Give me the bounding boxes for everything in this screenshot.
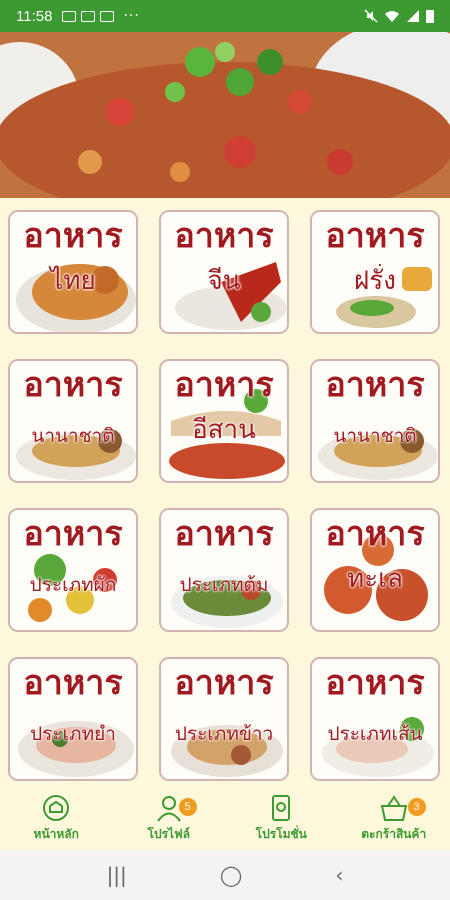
category-subtitle: ประเภทข้าว [174,723,274,745]
category-title: อาหาร [325,216,425,256]
home-circle-icon[interactable]: ◯ [220,863,242,887]
signal-icon [407,10,419,22]
category-title: อาหาร [174,216,274,256]
gallery-notification-icon [62,10,77,22]
category-title: อาหาร [325,514,425,554]
mute-icon [364,9,378,23]
category-title: อาหาร [23,663,123,703]
category-title: อาหาร [23,365,123,405]
recent-apps-icon[interactable]: ||| [107,863,127,887]
profile-badge: 5 [178,798,197,816]
system-nav-bar: ||| ◯ ‹ [0,850,450,900]
basket-icon [380,795,407,821]
nav-promotion-label: โปรโมชั่น [255,827,307,841]
category-card-vegetable[interactable]: อาหาร ประเภทผัก [8,508,138,632]
category-subtitle: ฝรั่ง [354,266,396,296]
category-card-thai[interactable]: อาหาร ไทย [8,210,138,334]
category-subtitle: ทะเล [347,564,403,594]
category-card-chinese[interactable]: อาหาร จีน [159,210,289,334]
category-card-salad[interactable]: อาหาร ประเภทยำ [8,657,138,781]
food-banner [0,32,450,198]
photo-notification-icon [100,10,115,22]
image-notification-icon [81,10,96,22]
nav-cart[interactable]: 3 ตะกร้าสินค้า [338,792,450,850]
nav-home[interactable]: หน้าหลัก [0,792,113,850]
wifi-icon [385,11,399,22]
category-subtitle: ประเภทต้ม [179,574,269,596]
status-time: 11:58 [16,7,53,25]
category-title: อาหาร [174,663,274,703]
nav-profile-label: โปรไฟล์ [147,827,190,841]
category-card-international[interactable]: อาหาร นานาชาติ [8,359,138,483]
category-card-isan[interactable]: อาหาร อีสาน [159,359,289,483]
back-icon[interactable]: ‹ [335,863,343,887]
category-grid: อาหาร ไทย อาหาร จีน อาหาร ฝรั่ง อาหาร นา… [8,210,442,781]
nav-promotion[interactable]: โปรโมชั่น [225,792,338,850]
category-subtitle: นานาชาติ [333,425,417,447]
more-notifications-icon: ··· [123,8,140,24]
category-title: อาหาร [325,365,425,405]
category-title: อาหาร [174,365,274,405]
cart-badge: 3 [407,798,426,816]
category-card-rice[interactable]: อาหาร ประเภทข้าว [159,657,289,781]
promotion-icon [272,795,291,821]
category-title: อาหาร [23,216,123,256]
category-title: อาหาร [325,663,425,703]
category-subtitle: อีสาน [192,415,256,445]
category-subtitle: ประเภทเส้น [327,723,423,745]
category-subtitle: จีน [207,266,241,296]
category-card-western[interactable]: อาหาร ฝรั่ง [310,210,440,334]
nav-home-label: หน้าหลัก [33,827,79,841]
category-title: อาหาร [174,514,274,554]
battery-icon [426,9,434,23]
category-subtitle: ประเภทยำ [30,723,116,745]
category-subtitle: ประเภทผัก [29,574,117,596]
nav-profile[interactable]: 5 โปรไฟล์ [113,792,226,850]
nav-cart-label: ตะกร้าสินค้า [361,827,427,841]
category-subtitle: นานาชาติ [31,425,115,447]
category-card-soup[interactable]: อาหาร ประเภทต้ม [159,508,289,632]
status-bar: 11:58 ··· [0,0,450,32]
category-subtitle: ไทย [50,266,96,296]
category-card-international-2[interactable]: อาหาร นานาชาติ [310,359,440,483]
category-title: อาหาร [23,514,123,554]
home-icon [43,795,70,821]
bottom-nav: หน้าหลัก 5 โปรไฟล์ โปรโมชั่น 3 ตะกร้าสิน… [0,792,450,850]
category-card-noodle[interactable]: อาหาร ประเภทเส้น [310,657,440,781]
category-card-seafood[interactable]: อาหาร ทะเล [310,508,440,632]
